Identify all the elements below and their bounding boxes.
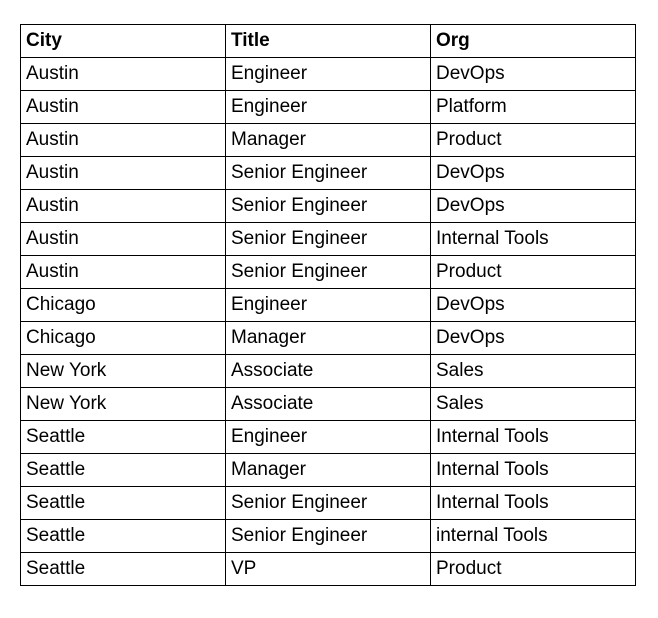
cell-title: Manager — [225, 453, 431, 487]
table-row: Seattle Engineer Internal Tools — [20, 420, 636, 454]
cell-org: DevOps — [430, 156, 636, 190]
cell-org: Internal Tools — [430, 222, 636, 256]
header-title: Title — [225, 24, 431, 58]
cell-city: New York — [20, 354, 226, 388]
cell-org: Product — [430, 123, 636, 157]
cell-org: internal Tools — [430, 519, 636, 553]
cell-org: Platform — [430, 90, 636, 124]
cell-city: Austin — [20, 156, 226, 190]
cell-city: Chicago — [20, 288, 226, 322]
cell-city: Austin — [20, 222, 226, 256]
cell-title: Associate — [225, 387, 431, 421]
table-row: Seattle VP Product — [20, 552, 636, 586]
table-row: Chicago Engineer DevOps — [20, 288, 636, 322]
cell-title: Manager — [225, 123, 431, 157]
table-row: Austin Engineer DevOps — [20, 57, 636, 91]
cell-title: Senior Engineer — [225, 255, 431, 289]
cell-title: Engineer — [225, 288, 431, 322]
cell-city: Seattle — [20, 453, 226, 487]
cell-org: Sales — [430, 354, 636, 388]
table-row: Austin Senior Engineer Product — [20, 255, 636, 289]
cell-city: Austin — [20, 57, 226, 91]
cell-org: Internal Tools — [430, 453, 636, 487]
cell-org: DevOps — [430, 189, 636, 223]
cell-title: Senior Engineer — [225, 189, 431, 223]
cell-title: VP — [225, 552, 431, 586]
cell-org: DevOps — [430, 288, 636, 322]
table-row: New York Associate Sales — [20, 354, 636, 388]
header-city: City — [20, 24, 226, 58]
cell-org: Internal Tools — [430, 486, 636, 520]
cell-title: Engineer — [225, 90, 431, 124]
cell-title: Engineer — [225, 420, 431, 454]
cell-city: Austin — [20, 255, 226, 289]
table-row: Austin Engineer Platform — [20, 90, 636, 124]
cell-title: Senior Engineer — [225, 519, 431, 553]
table-row: New York Associate Sales — [20, 387, 636, 421]
cell-title: Engineer — [225, 57, 431, 91]
cell-city: Austin — [20, 123, 226, 157]
data-table: City Title Org Austin Engineer DevOps Austi… — [20, 24, 636, 586]
header-row: City Title Org — [20, 24, 636, 58]
cell-org: Product — [430, 552, 636, 586]
cell-city: Chicago — [20, 321, 226, 355]
cell-title: Associate — [225, 354, 431, 388]
header-org: Org — [430, 24, 636, 58]
cell-city: Seattle — [20, 552, 226, 586]
cell-title: Manager — [225, 321, 431, 355]
table-row: Austin Senior Engineer DevOps — [20, 189, 636, 223]
cell-city: Seattle — [20, 420, 226, 454]
table-row: Austin Manager Product — [20, 123, 636, 157]
cell-title: Senior Engineer — [225, 156, 431, 190]
cell-org: Sales — [430, 387, 636, 421]
table-row: Chicago Manager DevOps — [20, 321, 636, 355]
cell-title: Senior Engineer — [225, 222, 431, 256]
table-row: Seattle Senior Engineer internal Tools — [20, 519, 636, 553]
cell-org: Internal Tools — [430, 420, 636, 454]
table-row: Austin Senior Engineer Internal Tools — [20, 222, 636, 256]
cell-org: DevOps — [430, 321, 636, 355]
cell-city: Austin — [20, 90, 226, 124]
table-row: Seattle Senior Engineer Internal Tools — [20, 486, 636, 520]
cell-city: Seattle — [20, 519, 226, 553]
cell-title: Senior Engineer — [225, 486, 431, 520]
cell-city: Austin — [20, 189, 226, 223]
cell-org: DevOps — [430, 57, 636, 91]
table-row: Austin Senior Engineer DevOps — [20, 156, 636, 190]
cell-city: Seattle — [20, 486, 226, 520]
cell-org: Product — [430, 255, 636, 289]
table-row: Seattle Manager Internal Tools — [20, 453, 636, 487]
cell-city: New York — [20, 387, 226, 421]
